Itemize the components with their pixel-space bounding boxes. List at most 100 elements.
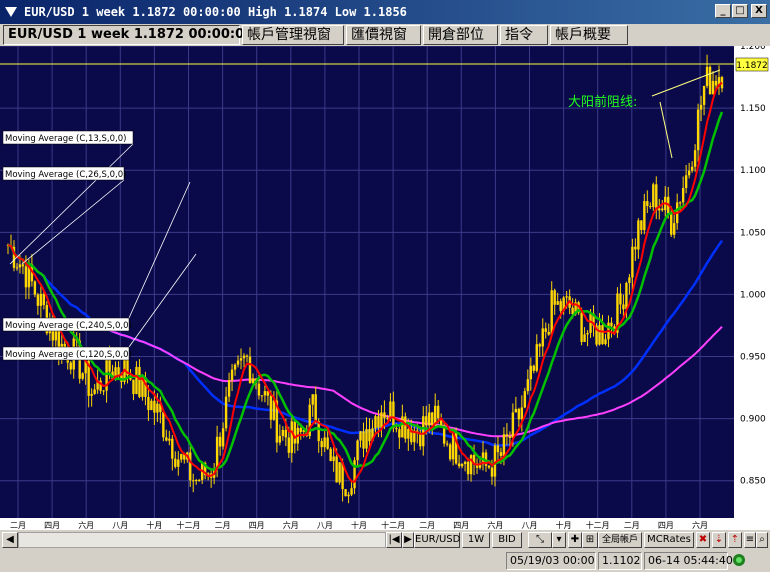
- horizontal-scrollbar[interactable]: [18, 532, 386, 548]
- candle-body: [708, 66, 712, 95]
- time-tick-label: 四月: [658, 521, 674, 530]
- tab-quotes[interactable]: 匯價視窗: [346, 25, 421, 45]
- dropdown-arrow-icon[interactable]: ▾: [552, 532, 566, 548]
- cursor-tool-icon[interactable]: ⤡: [528, 532, 552, 548]
- candle-body: [425, 416, 428, 426]
- time-tick-label: 六月: [78, 520, 94, 530]
- time-tick-label: 六月: [692, 520, 708, 530]
- candle-body: [215, 436, 219, 469]
- tab-open-positions[interactable]: 開倉部位: [423, 25, 498, 45]
- tab-account-summary[interactable]: 帳戶概要: [550, 25, 628, 45]
- candle-body: [230, 369, 234, 381]
- marker-icon[interactable]: ✖: [696, 532, 710, 548]
- candle-body: [168, 438, 171, 441]
- scroll-left-button[interactable]: ◀: [2, 532, 18, 548]
- time-tick-label: 二月: [10, 521, 26, 530]
- ma-13-legend[interactable]: Moving Average (C,13,S,0,0): [5, 134, 126, 144]
- candle-body: [15, 267, 19, 269]
- candle-body: [90, 393, 93, 396]
- candle-body: [24, 266, 28, 288]
- ma-240-legend[interactable]: Moving Average (C,240,S,0,0): [5, 321, 132, 331]
- tab-account-management[interactable]: 帳戶管理視窗: [242, 25, 344, 45]
- time-tick-label: 八月: [317, 521, 333, 530]
- candle-body: [601, 325, 604, 345]
- price-type-selector[interactable]: BID: [492, 532, 522, 548]
- candle-body: [69, 362, 72, 370]
- candle-body: [625, 282, 628, 310]
- chart-canvas[interactable]: 0.850 0.900 0.950 1.000 1.050 1.100 1.150 1.200…: [0, 42, 770, 530]
- candle-body: [248, 356, 252, 383]
- candle-body: [299, 427, 302, 432]
- candle-body: [460, 463, 464, 467]
- candle-body: [165, 437, 168, 441]
- candle-body: [150, 400, 153, 411]
- ma-26-legend[interactable]: Moving Average (C,26,S,0,0): [5, 170, 126, 180]
- tab-eurusd-chart[interactable]: EUR/USD 1 week 1.1872 00:00:00: [3, 25, 253, 45]
- candle-body: [224, 396, 228, 429]
- candle-body: [673, 223, 676, 235]
- app-icon: [5, 7, 17, 17]
- candle-body: [293, 421, 296, 444]
- candle-body: [610, 322, 613, 327]
- candle-body: [260, 395, 264, 397]
- candle-body: [431, 412, 434, 426]
- time-tick-label: 八月: [522, 521, 538, 530]
- candle-body: [54, 330, 57, 341]
- candle-body: [147, 396, 150, 411]
- candle-body: [383, 412, 386, 419]
- global-account-button[interactable]: 全局帳戶: [598, 532, 642, 548]
- candle-body: [646, 201, 649, 207]
- symbol-selector[interactable]: EUR/USD: [414, 532, 460, 548]
- candle-body: [586, 332, 589, 335]
- candle-body: [138, 366, 141, 397]
- candle-body: [511, 412, 515, 438]
- time-tick-label: 十二月: [381, 520, 405, 530]
- candle-body: [640, 220, 643, 231]
- price-chart[interactable]: 0.850 0.900 0.950 1.000 1.050 1.100 1.150 1.200…: [0, 42, 770, 530]
- minimize-button[interactable]: _: [715, 4, 731, 18]
- candle-body: [102, 390, 105, 392]
- candle-body: [263, 391, 267, 396]
- candle-body: [81, 373, 84, 379]
- candle-body: [598, 325, 601, 345]
- candle-body: [344, 489, 347, 497]
- connection-status-icon: [733, 554, 745, 566]
- candle-body: [221, 428, 225, 447]
- chart-toolbar: ◀ |◀ ▶ EUR/USD 1W BID ⤡ ▾ ✚ ⊞ 全局帳戶 MCRat…: [0, 531, 770, 549]
- candle-body: [347, 494, 350, 497]
- window-titlebar: EUR/USD 1 week 1.1872 00:00:00 High 1.18…: [0, 0, 770, 24]
- scroll-right-icon[interactable]: |◀: [386, 532, 402, 548]
- candle-body: [693, 150, 697, 167]
- timeframe-selector[interactable]: 1W: [462, 532, 490, 548]
- candle-body: [374, 416, 377, 429]
- candle-body: [332, 456, 335, 462]
- candle-body: [622, 304, 625, 310]
- crosshair-icon[interactable]: ✚: [568, 532, 582, 548]
- candle-body: [156, 403, 159, 413]
- chart-buy-icon[interactable]: ⇡: [728, 532, 742, 548]
- time-tick-label: 十二月: [177, 520, 201, 530]
- mcrates-button[interactable]: MCRates: [644, 532, 694, 548]
- candle-body: [395, 428, 398, 430]
- maximize-button[interactable]: □: [732, 4, 748, 18]
- tab-orders[interactable]: 指令: [500, 25, 548, 45]
- candle-body: [368, 429, 371, 442]
- toggle-icon[interactable]: ≡: [744, 532, 756, 548]
- candle-body: [36, 294, 40, 306]
- candle-body: [314, 394, 317, 422]
- candle-body: [197, 479, 201, 481]
- candle-body: [517, 408, 521, 420]
- candle-body: [132, 379, 135, 395]
- ma-120-legend[interactable]: Moving Average (C,120,S,0,0): [5, 350, 132, 360]
- chart-sell-icon[interactable]: ⇣: [712, 532, 726, 548]
- zoom-icon[interactable]: ⌕: [756, 532, 768, 548]
- scroll-end-icon[interactable]: ▶: [402, 532, 414, 548]
- candle-body: [547, 331, 550, 335]
- candle-body: [490, 467, 494, 477]
- close-button[interactable]: X: [751, 4, 767, 18]
- candle-body: [329, 448, 332, 462]
- chart-type-icon[interactable]: ⊞: [582, 532, 598, 548]
- time-tick-label: 四月: [249, 521, 265, 530]
- candle-body: [284, 429, 288, 438]
- candle-body: [174, 458, 177, 467]
